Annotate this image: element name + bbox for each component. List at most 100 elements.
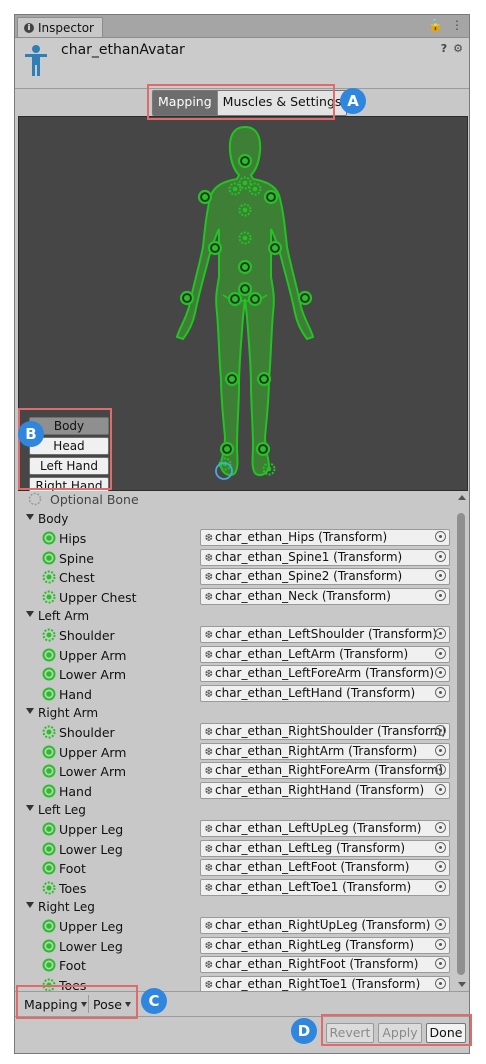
bone-joint-dot: [212, 245, 218, 251]
bone-row: Chest ❆ char_ethan_Spine2 (Transform): [16, 567, 454, 587]
bone-status-icon[interactable]: [42, 745, 56, 759]
bone-status-icon[interactable]: [42, 764, 56, 778]
list-scrollbar[interactable]: [455, 491, 468, 991]
bone-row: Shoulder ❆ char_ethan_LeftShoulder (Transf…: [16, 625, 454, 645]
transform-value: char_ethan_Hips (Transform): [215, 530, 388, 544]
object-picker-icon[interactable]: [435, 842, 446, 853]
group-header[interactable]: Left Leg: [16, 800, 454, 820]
transform-field[interactable]: ❆ char_ethan_RightForeArm (Transform): [200, 762, 450, 779]
transform-icon: ❆: [204, 980, 214, 991]
bone-row: Foot ❆ char_ethan_LeftFoot (Transform): [16, 858, 454, 878]
optional-bone-status-icon[interactable]: [42, 590, 56, 604]
help-icon[interactable]: ?: [441, 42, 447, 55]
transform-field[interactable]: ❆ char_ethan_LeftLeg (Transform): [200, 840, 450, 857]
object-picker-icon[interactable]: [435, 939, 446, 950]
object-picker-icon[interactable]: [435, 978, 446, 989]
group-label: Body: [38, 512, 69, 526]
callout-box-d: [321, 1014, 472, 1046]
transform-value: char_ethan_RightHand (Transform): [215, 783, 425, 797]
transform-field[interactable]: ❆ char_ethan_Hips (Transform): [200, 529, 450, 546]
bone-status-icon[interactable]: [42, 958, 56, 972]
transform-field[interactable]: ❆ char_ethan_RightArm (Transform): [200, 743, 450, 760]
group-header[interactable]: Right Arm: [16, 703, 454, 723]
transform-field[interactable]: ❆ char_ethan_RightToe1 (Transform): [200, 976, 450, 991]
object-picker-icon[interactable]: [435, 551, 446, 562]
object-picker-icon[interactable]: [435, 745, 446, 756]
bone-status-icon[interactable]: [42, 687, 56, 701]
optional-bone-status-icon[interactable]: [42, 881, 56, 895]
foldout-arrow-icon[interactable]: [26, 708, 34, 714]
transform-field[interactable]: ❆ char_ethan_RightShoulder (Transform): [200, 723, 450, 740]
transform-value: char_ethan_RightLeg (Transform): [215, 938, 415, 952]
group-header[interactable]: Right Leg: [16, 897, 454, 917]
bone-name: Lower Arm: [59, 667, 127, 682]
bone-status-icon[interactable]: [42, 919, 56, 933]
object-picker-icon[interactable]: [435, 822, 446, 833]
bone-row: Foot ❆ char_ethan_RightFoot (Transform): [16, 955, 454, 975]
tab-inspector[interactable]: i Inspector: [17, 17, 103, 37]
transform-field[interactable]: ❆ char_ethan_RightUpLeg (Transform): [200, 917, 450, 934]
group-header[interactable]: Body: [16, 509, 454, 529]
object-picker-icon[interactable]: [435, 531, 446, 542]
object-picker-icon[interactable]: [435, 725, 446, 736]
object-picker-icon[interactable]: [435, 628, 446, 639]
foldout-arrow-icon[interactable]: [26, 902, 34, 908]
more-menu-icon[interactable]: ⋮: [451, 18, 463, 32]
bone-status-icon[interactable]: [42, 822, 56, 836]
bone-status-icon[interactable]: [42, 531, 56, 545]
scroll-down-arrow-icon[interactable]: [458, 982, 466, 987]
bone-status-icon[interactable]: [42, 648, 56, 662]
transform-value: char_ethan_RightToe1 (Transform): [215, 977, 421, 991]
transform-field[interactable]: ❆ char_ethan_LeftArm (Transform): [200, 646, 450, 663]
object-picker-icon[interactable]: [435, 648, 446, 659]
foldout-arrow-icon[interactable]: [26, 805, 34, 811]
transform-field[interactable]: ❆ char_ethan_RightLeg (Transform): [200, 937, 450, 954]
object-picker-icon[interactable]: [435, 919, 446, 930]
transform-field[interactable]: ❆ char_ethan_LeftFoot (Transform): [200, 859, 450, 876]
object-picker-icon[interactable]: [435, 861, 446, 872]
object-picker-icon[interactable]: [435, 667, 446, 678]
bone-name: Lower Leg: [59, 842, 123, 857]
optional-bone-status-icon[interactable]: [42, 628, 56, 642]
transform-field[interactable]: ❆ char_ethan_Neck (Transform): [200, 588, 450, 605]
transform-field[interactable]: ❆ char_ethan_LeftShoulder (Transform): [200, 626, 450, 643]
object-picker-icon[interactable]: [435, 784, 446, 795]
transform-field[interactable]: ❆ char_ethan_Spine2 (Transform): [200, 568, 450, 585]
bone-status-icon[interactable]: [42, 551, 56, 565]
transform-field[interactable]: ❆ char_ethan_LeftHand (Transform): [200, 685, 450, 702]
scroll-up-arrow-icon[interactable]: [458, 495, 466, 500]
transform-icon: ❆: [204, 883, 214, 894]
bone-row: Lower Leg ❆ char_ethan_LeftLeg (Transform): [16, 839, 454, 859]
object-picker-icon[interactable]: [435, 958, 446, 969]
object-picker-icon[interactable]: [435, 570, 446, 581]
bone-name: Shoulder: [59, 725, 115, 740]
transform-field[interactable]: ❆ char_ethan_LeftForeArm (Transform): [200, 665, 450, 682]
bone-name: Hips: [59, 531, 87, 546]
object-picker-icon[interactable]: [435, 881, 446, 892]
bone-name: Upper Arm: [59, 745, 127, 760]
optional-bone-status-icon[interactable]: [42, 570, 56, 584]
transform-field[interactable]: ❆ char_ethan_LeftUpLeg (Transform): [200, 820, 450, 837]
optional-bone-status-icon[interactable]: [42, 725, 56, 739]
group-header[interactable]: Left Arm: [16, 606, 454, 626]
bone-status-icon[interactable]: [42, 861, 56, 875]
bone-status-icon[interactable]: [42, 784, 56, 798]
callout-badge-d: D: [291, 1018, 317, 1044]
bone-status-icon[interactable]: [42, 667, 56, 681]
bone-status-icon[interactable]: [42, 939, 56, 953]
object-picker-icon[interactable]: [435, 590, 446, 601]
transform-field[interactable]: ❆ char_ethan_RightHand (Transform): [200, 782, 450, 799]
transform-field[interactable]: ❆ char_ethan_RightFoot (Transform): [200, 956, 450, 973]
transform-icon: ❆: [204, 941, 214, 952]
settings-gear-icon[interactable]: ⚙: [453, 42, 463, 55]
transform-field[interactable]: ❆ char_ethan_Spine1 (Transform): [200, 549, 450, 566]
bone-status-icon[interactable]: [42, 842, 56, 856]
bone-joint-dot: [242, 264, 248, 270]
foldout-arrow-icon[interactable]: [26, 611, 34, 617]
foldout-arrow-icon[interactable]: [26, 514, 34, 520]
transform-field[interactable]: ❆ char_ethan_LeftToe1 (Transform): [200, 879, 450, 896]
lock-icon[interactable]: 🔒: [428, 18, 443, 32]
scroll-thumb[interactable]: [457, 513, 465, 975]
object-picker-icon[interactable]: [435, 764, 446, 775]
object-picker-icon[interactable]: [435, 687, 446, 698]
